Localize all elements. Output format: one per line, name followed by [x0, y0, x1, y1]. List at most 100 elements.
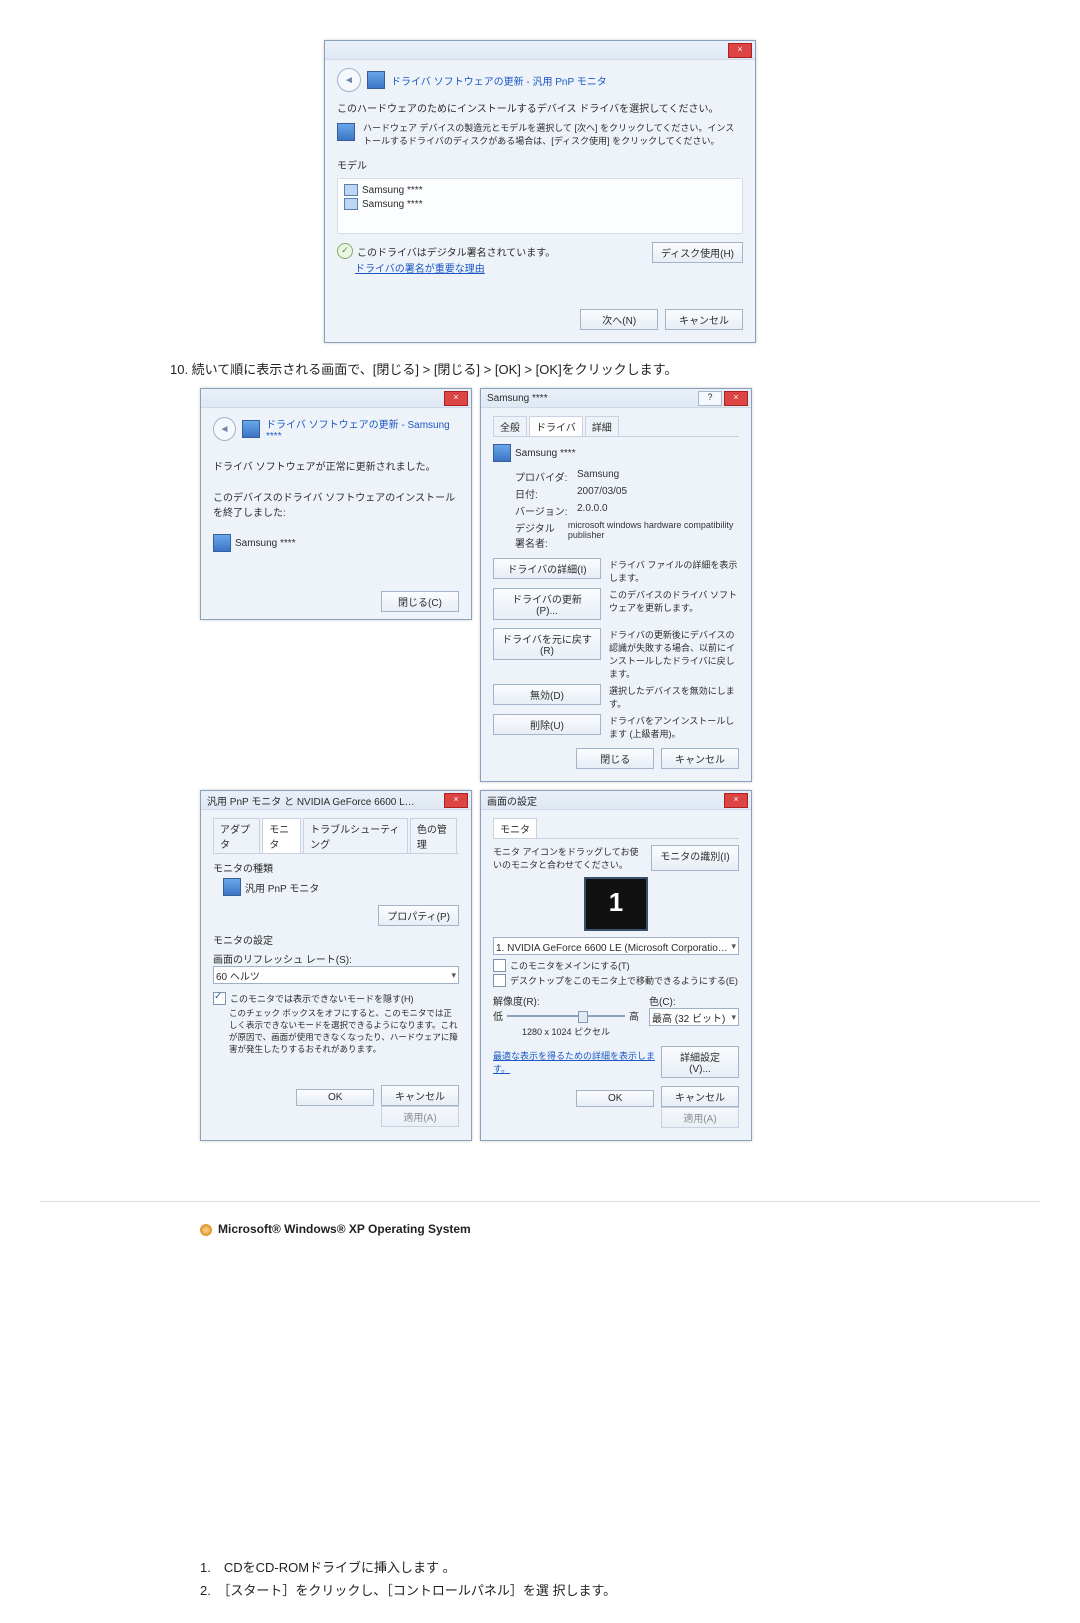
tab-troubleshoot[interactable]: トラブルシューティング [303, 818, 408, 853]
hide-modes-label: このモニタでは表示できないモードを隠す(H) [230, 992, 414, 1005]
primary-label: このモニタをメインにする(T) [510, 959, 630, 972]
tabs: アダプタ モニタ トラブルシューティング 色の管理 [213, 818, 459, 854]
back-icon[interactable]: ◄ [337, 68, 361, 92]
cancel-button[interactable]: キャンセル [661, 748, 739, 769]
signing-help-link[interactable]: ドライバの署名が重要な理由 [355, 264, 485, 275]
shield-icon: ✓ [337, 243, 353, 259]
apply-button[interactable]: 適用(A) [381, 1106, 459, 1127]
tab-driver[interactable]: ドライバ [529, 416, 583, 436]
cancel-button[interactable]: キャンセル [661, 1086, 739, 1107]
model-list[interactable]: Samsung **** Samsung **** [337, 178, 743, 234]
tabs: モニタ [493, 818, 739, 839]
k-date: 日付: [515, 486, 571, 501]
monitor-icon [344, 198, 358, 210]
title-bar: Samsung **** ? × [481, 389, 751, 408]
desc-uninstall: ドライバをアンインストールします (上級者用)。 [609, 714, 739, 740]
refresh-rate-select[interactable]: 60 ヘルツ [213, 966, 459, 984]
tab-monitor[interactable]: モニタ [262, 818, 301, 853]
color-select[interactable]: 最高 (32 ビット) [649, 1008, 739, 1026]
close-button[interactable]: 閉じる [576, 748, 654, 769]
step-1: 1. CDをCD-ROMドライブに挿入します 。 [200, 1556, 1040, 1579]
extend-checkbox[interactable] [493, 974, 506, 987]
dialog-heading: このハードウェアのためにインストールするデバイス ドライバを選択してください。 [337, 100, 743, 115]
v-signer: microsoft windows hardware compatibility… [568, 520, 739, 550]
advanced-button[interactable]: 詳細設定(V)... [661, 1046, 739, 1078]
close-icon[interactable]: × [444, 793, 468, 808]
device-name: Samsung **** [515, 448, 576, 459]
tab-adapter[interactable]: アダプタ [213, 818, 260, 853]
k-version: バージョン: [515, 503, 571, 518]
next-button[interactable]: 次へ(N) [580, 309, 658, 330]
title-bar: 汎用 PnP モニタ と NVIDIA GeForce 6600 LE (Mic… [201, 791, 471, 810]
device-icon [223, 878, 241, 896]
signed-text: このドライバはデジタル署名されています。 [357, 244, 555, 259]
dialog-nav-title: ドライバ ソフトウェアの更新 - Samsung **** [266, 416, 459, 442]
monitor-type-label: モニタの種類 [213, 860, 459, 875]
hide-modes-note: このチェック ボックスをオフにすると、このモニタでは正しく表示できないモードを選… [229, 1007, 459, 1055]
v-date: 2007/03/05 [577, 486, 627, 501]
desc-disable: 選択したデバイスを無効にします。 [609, 684, 739, 710]
have-disk-button[interactable]: ディスク使用(H) [652, 242, 743, 263]
ok-button[interactable]: OK [296, 1089, 374, 1106]
monitor-icon [344, 184, 358, 196]
desc-rollback: ドライバの更新後にデバイスの認識が失敗する場合、以前にインストールしたドライバに… [609, 628, 739, 680]
k-provider: プロバイダ: [515, 469, 571, 484]
cancel-button[interactable]: キャンセル [381, 1085, 459, 1106]
model-item[interactable]: Samsung **** [362, 185, 423, 196]
primary-checkbox[interactable] [493, 959, 506, 972]
hide-modes-checkbox[interactable] [213, 992, 226, 1005]
monitor-preview[interactable]: 1 [584, 877, 648, 931]
title-bar: × [325, 41, 755, 60]
tab-monitor[interactable]: モニタ [493, 818, 537, 838]
resolution-value: 1280 x 1024 ピクセル [493, 1025, 639, 1038]
v-version: 2.0.0.0 [577, 503, 608, 518]
help-icon[interactable]: ? [698, 391, 722, 406]
close-icon[interactable]: × [728, 43, 752, 58]
properties-button[interactable]: プロパティ(P) [378, 905, 459, 926]
bullet-icon [200, 1222, 218, 1236]
step-10-text: 10. 続いて順に表示される画面で、[閉じる] > [閉じる] > [OK] >… [170, 359, 1040, 378]
close-button[interactable]: 閉じる(C) [381, 591, 459, 612]
device-icon [493, 444, 511, 462]
driver-uninstall-button[interactable]: 削除(U) [493, 714, 601, 735]
done-title: ドライバ ソフトウェアが正常に更新されました。 [213, 458, 459, 473]
xp-steps: 1. CDをCD-ROMドライブに挿入します 。 2. ［スタート］をクリックし… [200, 1556, 1040, 1603]
adapter-select[interactable]: 1. NVIDIA GeForce 6600 LE (Microsoft Cor… [493, 937, 739, 955]
title-bar: 画面の設定 × [481, 791, 751, 810]
driver-disable-button[interactable]: 無効(D) [493, 684, 601, 705]
close-icon[interactable]: × [724, 793, 748, 808]
resolution-slider[interactable]: 低 高 [493, 1008, 639, 1023]
drag-text: モニタ アイコンをドラッグしてお使いのモニタと合わせてください。 [493, 845, 645, 871]
close-icon[interactable]: × [444, 391, 468, 406]
driver-detail-button[interactable]: ドライバの詳細(I) [493, 558, 601, 579]
apply-button[interactable]: 適用(A) [661, 1107, 739, 1128]
adapter-value: 1. NVIDIA GeForce 6600 LE (Microsoft Cor… [496, 939, 731, 954]
back-icon: ◄ [213, 417, 236, 441]
section-divider [40, 1201, 1040, 1202]
best-display-link[interactable]: 最適な表示を得るための詳細を表示します。 [493, 1049, 661, 1075]
driver-update-button[interactable]: ドライバの更新(P)... [493, 588, 601, 620]
tab-color[interactable]: 色の管理 [410, 818, 457, 853]
resolution-label: 解像度(R): [493, 993, 639, 1008]
driver-icon [242, 420, 260, 438]
driver-icon [367, 71, 385, 89]
device-name: Samsung **** [235, 538, 296, 549]
desc-update: このデバイスのドライバ ソフトウェアを更新します。 [609, 588, 739, 614]
monitor-settings-label: モニタの設定 [213, 932, 459, 947]
dialog-hint: ハードウェア デバイスの製造元とモデルを選択して [次へ] をクリックしてくださ… [363, 121, 743, 147]
tab-general[interactable]: 全般 [493, 416, 527, 436]
tab-detail[interactable]: 詳細 [585, 416, 619, 436]
dialog-update-complete: × ◄ ドライバ ソフトウェアの更新 - Samsung **** ドライバ ソ… [200, 388, 472, 620]
identify-button[interactable]: モニタの識別(I) [651, 845, 739, 871]
ok-button[interactable]: OK [576, 1090, 654, 1107]
dialog-driver-properties: Samsung **** ? × 全般 ドライバ 詳細 Samsung ****… [480, 388, 752, 782]
slider-high: 高 [629, 1008, 639, 1023]
tabs: 全般 ドライバ 詳細 [493, 416, 739, 437]
model-item[interactable]: Samsung **** [362, 199, 423, 210]
slider-low: 低 [493, 1008, 503, 1023]
k-signer: デジタル署名者: [515, 520, 562, 550]
close-icon[interactable]: × [724, 391, 748, 406]
os-heading: Microsoft® Windows® XP Operating System [200, 1222, 1040, 1236]
driver-rollback-button[interactable]: ドライバを元に戻す(R) [493, 628, 601, 660]
cancel-button[interactable]: キャンセル [665, 309, 743, 330]
